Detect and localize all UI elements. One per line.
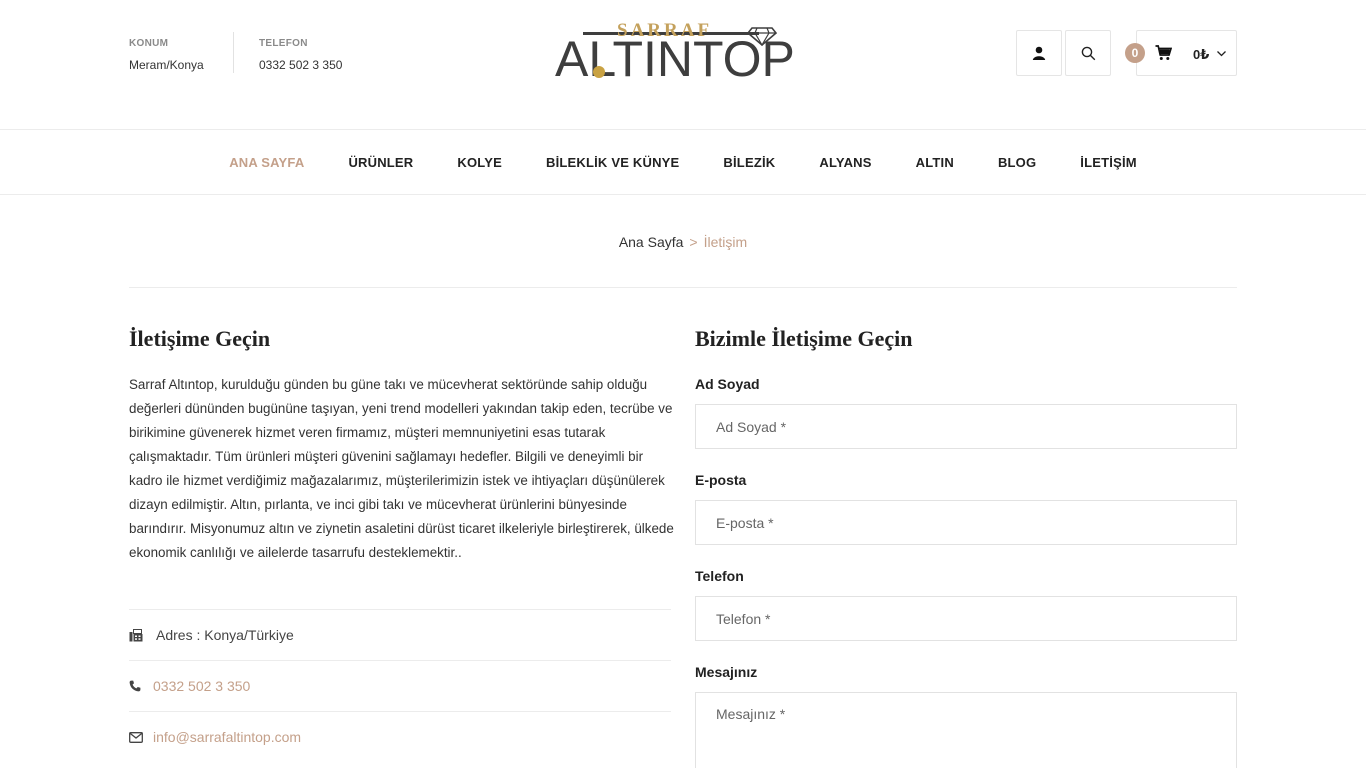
nav-item-kolye[interactable]: KOLYE: [457, 155, 502, 170]
search-icon: [1081, 46, 1095, 60]
breadcrumb-current: İletişim: [703, 234, 748, 250]
logo-gold-dot: [593, 66, 605, 78]
phone-label: TELEFON: [259, 38, 308, 49]
email-label: E-posta: [695, 472, 747, 488]
name-label: Ad Soyad: [695, 376, 760, 392]
form-title: Bizimle İletişime Geçin: [695, 326, 913, 351]
envelope-icon: [129, 731, 153, 743]
nav-item-iletisim[interactable]: İLETİŞİM: [1080, 155, 1137, 170]
address-row: Adres : Konya/Türkiye: [129, 609, 671, 660]
cart-count-badge: 0: [1125, 43, 1145, 63]
email-input[interactable]: [695, 500, 1237, 545]
nav-item-ana-sayfa[interactable]: ANA SAYFA: [229, 155, 304, 170]
location-label: KONUM: [129, 38, 169, 49]
address-text: Adres : Konya/Türkiye: [156, 627, 294, 643]
nav-item-altin[interactable]: ALTIN: [916, 155, 954, 170]
location-info: KONUM Meram/Konya: [129, 38, 204, 72]
breadcrumb-separator: >: [689, 234, 698, 250]
cart-button[interactable]: 0₺: [1136, 30, 1237, 76]
account-button[interactable]: [1016, 30, 1062, 76]
email-row[interactable]: info@sarrafaltintop.com: [129, 711, 671, 762]
phone-row[interactable]: 0332 502 3 350: [129, 660, 671, 711]
message-label: Mesajınız: [695, 664, 758, 680]
chevron-down-icon: [1217, 51, 1226, 57]
fax-icon: [129, 628, 156, 642]
phone-link[interactable]: 0332 502 3 350: [153, 678, 250, 694]
divider: [129, 287, 1237, 288]
nav-item-blog[interactable]: BLOG: [998, 155, 1036, 170]
phone-info: TELEFON 0332 502 3 350: [259, 38, 342, 72]
cart-total: 0₺: [1193, 47, 1210, 62]
email-link[interactable]: info@sarrafaltintop.com: [153, 729, 301, 745]
cart-icon: [1155, 45, 1172, 60]
message-textarea[interactable]: [695, 692, 1237, 768]
phone-field-label: Telefon: [695, 568, 744, 584]
phone-value[interactable]: 0332 502 3 350: [259, 58, 342, 72]
user-icon: [1032, 46, 1046, 60]
main-nav: ANA SAYFA ÜRÜNLER KOLYE BİLEKLİK VE KÜNY…: [0, 130, 1366, 195]
divider: [233, 32, 234, 73]
breadcrumb-home[interactable]: Ana Sayfa: [619, 234, 684, 250]
phone-icon: [129, 680, 153, 692]
search-button[interactable]: [1065, 30, 1111, 76]
nav-item-bileklik-ve-kunye[interactable]: BİLEKLİK VE KÜNYE: [546, 155, 679, 170]
top-header: KONUM Meram/Konya TELEFON 0332 502 3 350…: [0, 0, 1366, 130]
diamond-icon: [747, 27, 777, 46]
site-logo[interactable]: SARRAF ALTINTOP: [555, 18, 819, 86]
breadcrumb: Ana Sayfa > İletişim: [0, 234, 1366, 250]
nav-item-bilezik[interactable]: BİLEZİK: [723, 155, 775, 170]
nav-item-urunler[interactable]: ÜRÜNLER: [348, 155, 413, 170]
contact-description: Sarraf Altıntop, kurulduğu günden bu gün…: [129, 377, 674, 560]
location-value: Meram/Konya: [129, 58, 204, 72]
phone-input[interactable]: [695, 596, 1237, 641]
nav-item-alyans[interactable]: ALYANS: [819, 155, 871, 170]
name-input[interactable]: [695, 404, 1237, 449]
contact-title: İletişime Geçin: [129, 326, 271, 351]
